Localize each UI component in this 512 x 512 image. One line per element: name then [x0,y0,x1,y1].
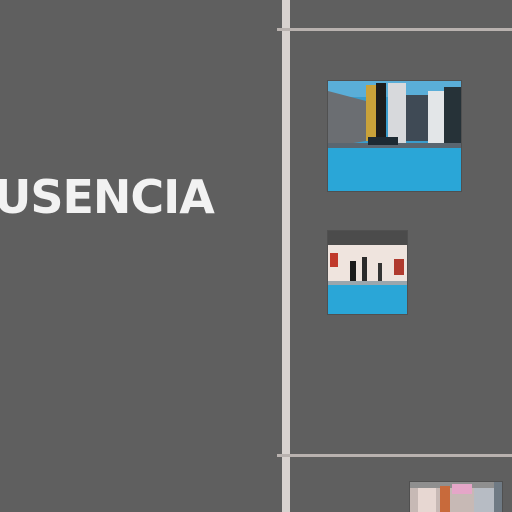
gallery-thumbnail-1[interactable] [328,81,461,191]
design-canvas: USENCIA [0,0,512,512]
row-divider-bottom [277,454,512,457]
thumbnail-image-2 [328,231,407,314]
thumbnail-image-1 [328,81,461,191]
column-divider-vertical [282,0,290,512]
gallery-thumbnail-3[interactable] [410,482,502,512]
gallery-thumbnail-2[interactable] [328,231,407,314]
row-divider-top [277,28,512,31]
slide-title-text: USENCIA [0,170,215,224]
thumbnail-image-3 [410,482,502,512]
